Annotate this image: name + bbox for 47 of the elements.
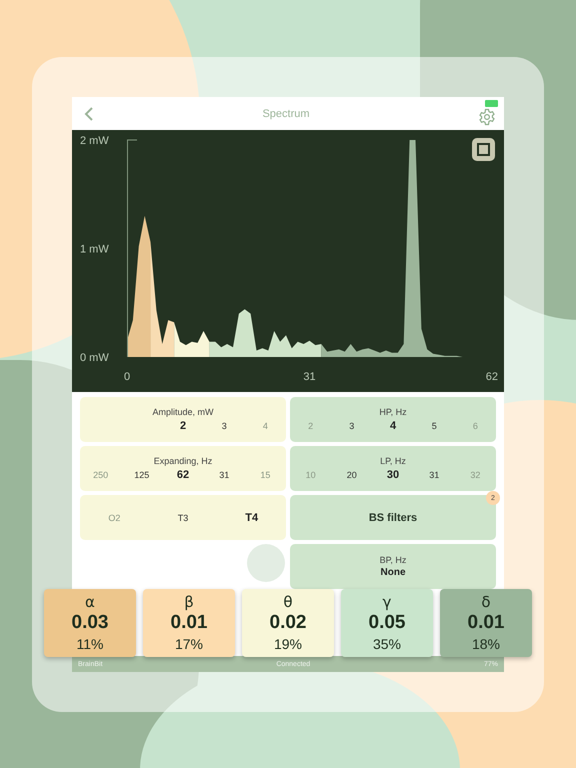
band-value: 0.01: [468, 611, 504, 635]
option[interactable]: 31: [204, 468, 245, 482]
band-percent: 35%: [372, 635, 402, 653]
band-value: 0.03: [72, 611, 108, 635]
option[interactable]: 3: [331, 418, 372, 432]
band-value: 0.01: [170, 611, 208, 635]
option[interactable]: 125: [121, 468, 162, 482]
axis-label: 62: [486, 371, 498, 383]
option[interactable]: 31: [414, 468, 455, 482]
option[interactable]: 62: [162, 468, 204, 482]
axis-label: 1 mW: [80, 244, 109, 256]
band-percent: 19%: [274, 635, 302, 653]
option[interactable]: T4: [217, 510, 286, 524]
band-symbol: γ: [382, 593, 392, 611]
settings-icon[interactable]: [478, 108, 496, 126]
band-percent: 17%: [174, 635, 204, 653]
screen-title: Spectrum: [262, 108, 310, 120]
panel-title: Expanding, Hz: [154, 456, 212, 466]
back-button[interactable]: [84, 106, 94, 120]
option[interactable]: 4: [372, 418, 414, 432]
option[interactable]: 20: [331, 468, 372, 482]
band-value: 0.02: [270, 611, 306, 635]
stop-icon: [477, 143, 490, 156]
stop-button[interactable]: [472, 138, 495, 161]
band-value: 0.05: [368, 611, 406, 635]
band-symbol: δ: [481, 593, 491, 611]
panel-title: HP, Hz: [379, 406, 407, 416]
axis-label: 2 mW: [80, 135, 109, 147]
band-symbol: θ: [283, 593, 293, 611]
axis-label: 0 mW: [80, 352, 109, 364]
option[interactable]: 5: [414, 418, 455, 432]
axis-label: 31: [303, 371, 316, 383]
touch-indicator: [247, 544, 285, 582]
option[interactable]: 3: [204, 418, 245, 432]
band-percent: 11%: [76, 635, 104, 653]
panel-title: Amplitude, mW: [152, 406, 214, 416]
band-symbol: α: [85, 593, 95, 611]
panel-title: LP, Hz: [380, 456, 406, 466]
panel-title: BP, Hz: [380, 555, 406, 565]
band-symbol: β: [184, 593, 194, 611]
battery-icon: [485, 100, 498, 107]
band-percent: 18%: [472, 635, 500, 653]
axis-label: 0: [124, 371, 130, 383]
panel-value: None: [380, 567, 406, 578]
option[interactable]: 30: [372, 468, 414, 482]
option[interactable]: T3: [148, 510, 218, 524]
option[interactable]: 2: [162, 418, 204, 432]
